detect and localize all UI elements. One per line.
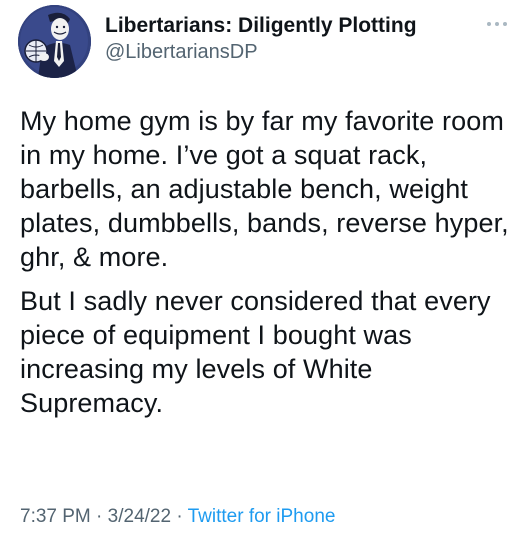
meta-separator: · [90,506,108,527]
author-names: Libertarians: Diligently Plotting @Liber… [105,13,417,65]
author-display-name[interactable]: Libertarians: Diligently Plotting [105,13,417,39]
tweet-paragraph-2: But I sadly never considered that every … [20,286,491,418]
avatar[interactable] [18,5,91,78]
tweet-date[interactable]: 3/24/22 [108,506,171,527]
tweet-card: Libertarians: Diligently Plotting @Liber… [0,0,522,540]
avatar-illustration-icon [18,5,91,78]
meta-separator-2: · [171,506,188,527]
author-handle[interactable]: @LibertariansDP [105,39,417,65]
tweet-metadata: 7:37 PM · 3/24/22 · Twitter for iPhone [20,505,335,529]
tweet-text: My home gym is by far my favorite room i… [20,104,510,420]
tweet-time[interactable]: 7:37 PM [20,506,91,527]
tweet-header: Libertarians: Diligently Plotting @Liber… [18,5,508,81]
tweet-source-link[interactable]: Twitter for iPhone [188,506,336,527]
tweet-paragraph-1: My home gym is by far my favorite room i… [20,106,509,272]
more-options-icon[interactable] [486,19,508,29]
